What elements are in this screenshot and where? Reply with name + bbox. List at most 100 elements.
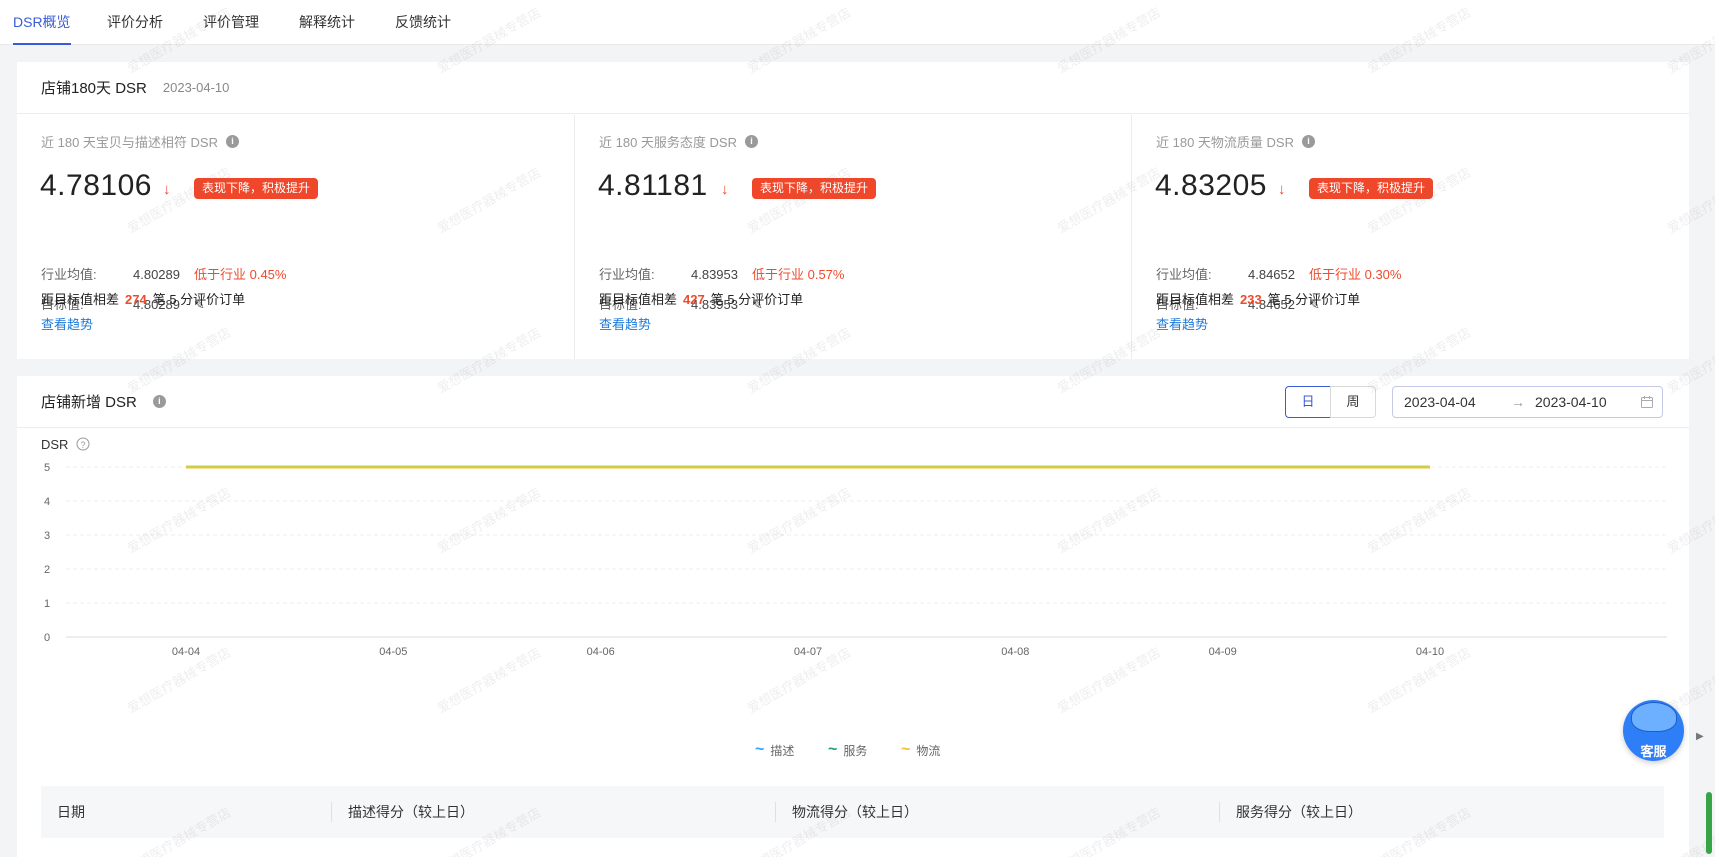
column-header-description-score: 描述得分（较上日）	[348, 804, 474, 820]
tab-feedback-stats[interactable]: 反馈统计	[395, 0, 451, 45]
chart-y-tick-label: 3	[44, 530, 50, 542]
gap-prefix: 距目标值相差	[41, 292, 120, 307]
caret-right-icon[interactable]: ▶	[1696, 731, 1704, 742]
info-icon[interactable]: i	[152, 395, 166, 408]
tab-review-management[interactable]: 评价管理	[203, 0, 259, 45]
card-header: 店铺180天 DSR 2023-04-10	[17, 62, 1689, 114]
gap-text: 距目标值相差 427 笔 5 分评价订单	[599, 289, 803, 308]
gap-prefix: 距目标值相差	[599, 292, 678, 307]
metric-title: 近 180 天物流质量 DSR	[1156, 135, 1294, 150]
chart-x-tick-label: 04-08	[1001, 646, 1029, 658]
status-badge: 表现下降，积极提升	[194, 178, 319, 199]
tab-review-analysis[interactable]: 评价分析	[107, 0, 163, 45]
card-date: 2023-04-10	[162, 80, 230, 95]
chart-y-axis-label: DSR	[41, 437, 68, 452]
customer-service-label: 客服	[1640, 744, 1667, 759]
legend-wave-icon: ~	[901, 741, 911, 758]
view-trend-link[interactable]: 查看趋势	[41, 314, 93, 333]
metric-title: 近 180 天服务态度 DSR	[599, 135, 737, 150]
calendar-icon[interactable]	[1641, 396, 1653, 408]
chart-x-tick-label: 04-10	[1416, 646, 1444, 658]
metric-value: 4.78106	[40, 169, 152, 202]
view-trend-link[interactable]: 查看趋势	[599, 314, 651, 333]
industry-label: 行业均值:	[41, 267, 97, 282]
industry-label: 行业均值:	[599, 267, 655, 282]
range-start[interactable]: 2023-04-04	[1404, 394, 1476, 410]
status-badge: 表现下降，积极提升	[752, 178, 877, 199]
legend-label: 物流	[916, 743, 941, 758]
info-icon[interactable]: i	[225, 135, 239, 148]
industry-value: 4.83953	[691, 267, 738, 282]
chart-y-tick-label: 5	[44, 462, 50, 474]
column-header-date: 日期	[57, 804, 85, 820]
column-separator	[1219, 802, 1220, 822]
top-nav: DSR概览 评价分析 评价管理 解释统计 反馈统计	[0, 0, 1715, 45]
industry-diff: 低于行业 0.30%	[1309, 267, 1402, 282]
metric-value: 4.83205	[1155, 169, 1267, 202]
legend-item-logistics[interactable]: ~ 物流	[901, 741, 940, 759]
chart-y-tick-label: 2	[44, 564, 50, 576]
dsr-summary-card: 店铺180天 DSR 2023-04-10 近 180 天宝贝与描述相符 DSR…	[17, 62, 1689, 359]
industry-label: 行业均值:	[1156, 267, 1212, 282]
card-title: 店铺180天 DSR	[41, 80, 147, 97]
chart-x-tick-label: 04-09	[1209, 646, 1237, 658]
tab-dsr-overview[interactable]: DSR概览	[13, 0, 71, 45]
arrow-down-icon: ↓	[721, 181, 729, 198]
dsr-line-chart: 0 1 2 3 4 5 04-04 04-05 04-06 04-07 04-08 04-09 04-…	[41, 437, 1667, 658]
gap-suffix: 笔 5 分评价订单	[152, 292, 246, 307]
chart-x-tick-label: 04-06	[587, 646, 615, 658]
industry-row: 行业均值: 4.83953 低于行业 0.57%	[599, 264, 844, 283]
metric-logistics: 近 180 天物流质量 DSR i 4.83205 ↓ 表现下降，积极提升 行业均…	[1131, 115, 1688, 359]
range-end[interactable]: 2023-04-10	[1535, 394, 1607, 410]
chart-x-tick-label: 04-07	[794, 646, 822, 658]
metric-service: 近 180 天服务态度 DSR i 4.81181 ↓ 表现下降，积极提升 行业均…	[574, 115, 1131, 359]
status-badge: 表现下降，积极提升	[1309, 178, 1434, 199]
column-separator	[775, 802, 776, 822]
legend-item-service[interactable]: ~ 服务	[828, 741, 867, 759]
gap-suffix: 笔 5 分评价订单	[710, 292, 804, 307]
legend-wave-icon: ~	[755, 741, 765, 758]
gap-text: 距目标值相差 233 笔 5 分评价订单	[1156, 289, 1360, 308]
chart-x-tick-label: 04-05	[379, 646, 407, 658]
chart-y-tick-label: 0	[44, 632, 50, 644]
gap-count: 233	[1240, 292, 1262, 307]
svg-text:?: ?	[80, 440, 85, 450]
column-header-service-score: 服务得分（较上日）	[1236, 804, 1362, 820]
metric-value: 4.81181	[598, 169, 708, 202]
tab-explanation-stats[interactable]: 解释统计	[299, 0, 355, 45]
column-header-logistics-score: 物流得分（较上日）	[792, 804, 918, 820]
legend-label: 描述	[770, 743, 795, 758]
card-header: 店铺新增 DSR i 日 周 2023-04-04 → 2023-04-10	[17, 376, 1689, 428]
gap-text: 距目标值相差 274 笔 5 分评价订单	[41, 289, 245, 308]
industry-value: 4.84652	[1248, 267, 1295, 282]
industry-row: 行业均值: 4.84652 低于行业 0.30%	[1156, 264, 1401, 283]
arrow-down-icon: ↓	[163, 181, 171, 198]
legend-item-description[interactable]: ~ 描述	[755, 741, 794, 759]
elephant-mascot-icon	[1631, 702, 1677, 732]
day-toggle-button[interactable]: 日	[1285, 386, 1331, 418]
gap-prefix: 距目标值相差	[1156, 292, 1235, 307]
view-trend-link[interactable]: 查看趋势	[1156, 314, 1208, 333]
metric-title: 近 180 天宝贝与描述相符 DSR	[41, 135, 218, 150]
table-header: 日期 描述得分（较上日） 物流得分（较上日） 服务得分（较上日）	[41, 786, 1664, 838]
industry-row: 行业均值: 4.80289 低于行业 0.45%	[41, 264, 286, 283]
question-icon[interactable]: ?	[76, 437, 90, 451]
card-title: 店铺新增 DSR	[41, 394, 137, 411]
arrow-down-icon: ↓	[1278, 181, 1286, 198]
info-icon[interactable]: i	[1301, 135, 1315, 148]
gap-count: 427	[683, 292, 705, 307]
industry-diff: 低于行业 0.45%	[194, 267, 287, 282]
legend-label: 服务	[843, 743, 868, 758]
chart-y-tick-label: 1	[44, 598, 50, 610]
gap-suffix: 笔 5 分评价订单	[1267, 292, 1361, 307]
legend-wave-icon: ~	[828, 741, 838, 758]
scrollbar[interactable]	[1706, 792, 1712, 854]
metric-description: 近 180 天宝贝与描述相符 DSR i 4.78106 ↓ 表现下降，积极提升 …	[17, 115, 574, 359]
date-range-picker[interactable]: 2023-04-04 → 2023-04-10	[1392, 386, 1663, 418]
range-arrow-icon: →	[1511, 394, 1525, 410]
chart-x-tick-label: 04-04	[172, 646, 200, 658]
customer-service-button[interactable]: 客服	[1623, 700, 1684, 761]
week-toggle-button[interactable]: 周	[1330, 386, 1376, 418]
column-separator	[331, 802, 332, 822]
info-icon[interactable]: i	[744, 135, 758, 148]
